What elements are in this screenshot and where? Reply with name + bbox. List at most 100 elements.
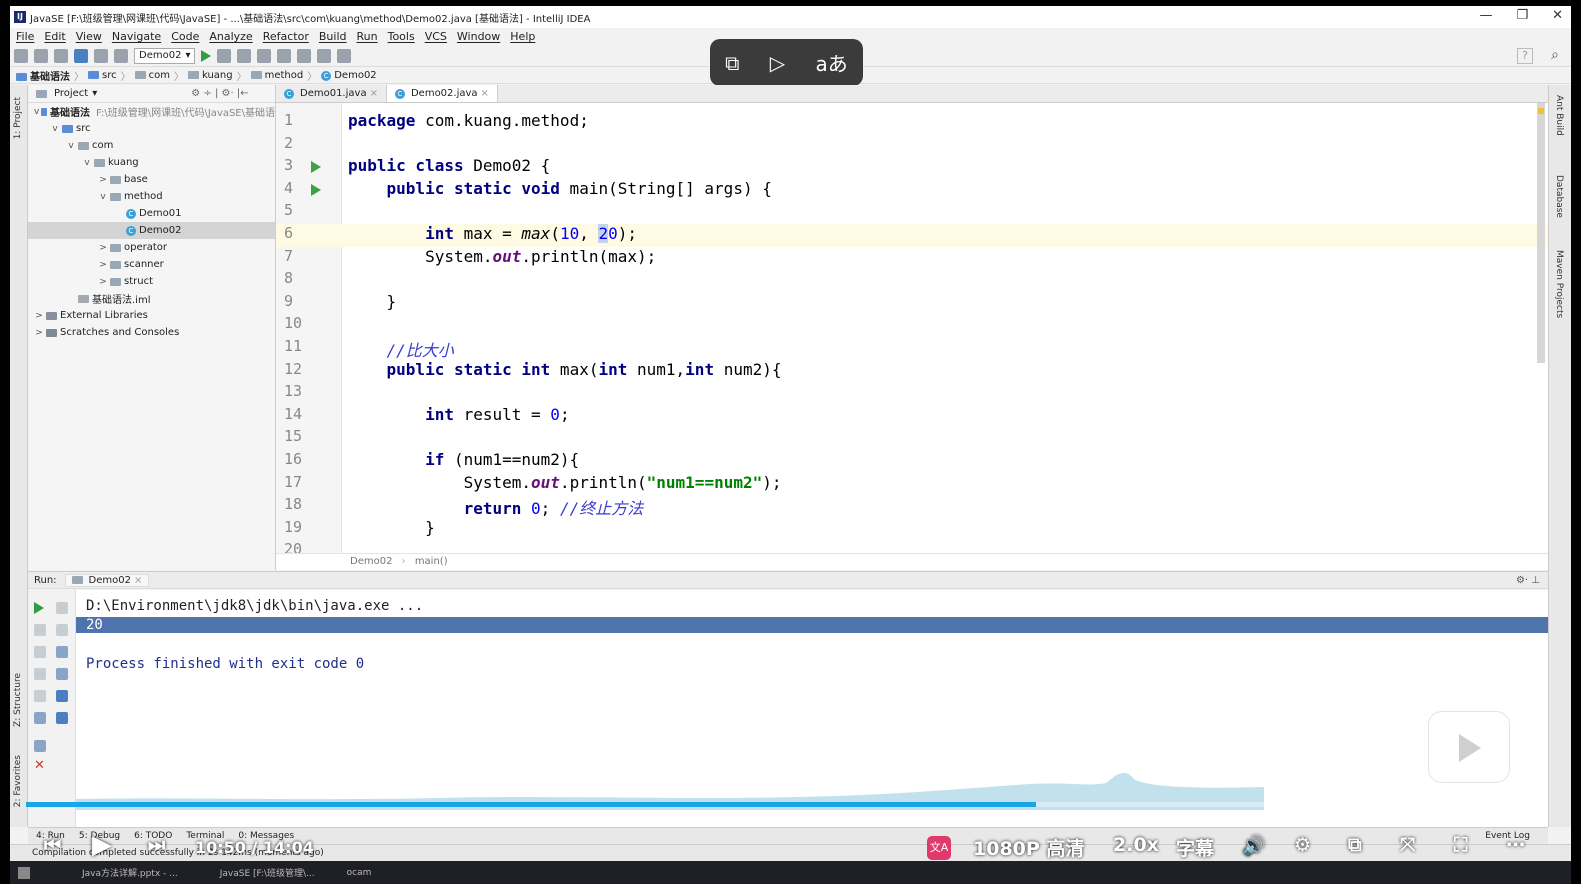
fullscreen-icon[interactable]: ⛶ [1454,834,1467,856]
chevron-down-icon[interactable]: v [50,124,60,134]
search-everywhere-icon[interactable]: ⌕ [1551,47,1559,63]
run-icon[interactable] [201,49,212,62]
code-editor[interactable]: 1 package com.kuang.method; 2 3 public class… [276,103,1548,553]
next-icon[interactable]: ⏭ [148,834,165,856]
clear-all-icon[interactable] [56,712,68,724]
chevron-right-icon[interactable]: > [98,175,108,185]
scroll-to-end-icon[interactable] [56,668,68,680]
breadcrumb-item-kuang[interactable]: kuang [187,70,233,81]
menu-help[interactable]: Help [510,30,535,43]
pause-icon[interactable] [34,646,46,658]
chevron-down-icon[interactable]: v [34,107,39,117]
tree-item-external-libraries[interactable]: > External Libraries [28,307,275,324]
menu-build[interactable]: Build [319,30,347,43]
project-structure-icon[interactable] [277,48,292,63]
code-line[interactable]: 3 public class Demo02 { [276,156,1548,179]
quality-selector[interactable]: 1080P 高清 [973,834,1084,861]
restore-button[interactable]: ❐ [1516,8,1528,23]
tree-item-src[interactable]: v src [28,120,275,137]
structure-tool-tab[interactable]: Z: Structure [13,673,23,727]
editor-scrollbar[interactable] [1537,103,1545,363]
up-arrow-icon[interactable] [56,602,68,614]
project-tool-tab[interactable]: 1: Project [13,97,23,139]
run-tab-demo02[interactable]: Demo02 × [64,573,150,587]
close-tab-icon[interactable]: × [370,88,378,99]
chevron-right-icon[interactable]: > [34,328,44,338]
chevron-down-icon[interactable]: v [82,158,92,168]
menu-code[interactable]: Code [171,30,199,43]
tree-item-method[interactable]: v method [28,188,275,205]
tab-demo02[interactable]: C Demo02.java × [386,85,498,102]
play-icon[interactable]: ▶ [92,830,112,860]
minimize-button[interactable]: — [1479,8,1492,23]
code-line[interactable]: 10 [276,314,1548,337]
terminal-icon[interactable] [337,48,352,63]
chevron-right-icon[interactable]: > [98,277,108,287]
breadcrumb-item-src[interactable]: src [88,70,117,81]
menu-view[interactable]: View [76,30,102,43]
vcs-icon[interactable] [317,48,332,63]
menu-edit[interactable]: Edit [44,30,65,43]
print-icon[interactable] [56,690,68,702]
code-line[interactable]: 7 System.out.println(max); [276,247,1548,270]
stop-icon[interactable] [34,624,46,636]
run-gutter-icon[interactable] [311,183,321,196]
video-progress-fill[interactable] [26,802,1036,807]
translate-icon[interactable]: aあ [816,48,848,77]
code-line[interactable]: 18 return 0; //终止方法 [276,495,1548,518]
subtitle-button[interactable]: 字幕 [1176,834,1214,861]
menu-analyze[interactable]: Analyze [209,30,252,43]
code-line[interactable]: 6 int max = max(10, 20); [276,224,1548,247]
code-line[interactable]: 19 } [276,518,1548,541]
code-line[interactable]: 12 public static int max(int num1,int nu… [276,360,1548,383]
coverage-icon[interactable] [237,48,252,63]
code-line[interactable]: 11 //比大小 [276,337,1548,360]
build-project-icon[interactable] [114,48,128,63]
maven-projects-tool-tab[interactable]: Maven Projects [1554,250,1564,318]
menu-refactor[interactable]: Refactor [263,30,309,43]
code-line[interactable]: 14 int result = 0; [276,405,1548,428]
save-all-icon[interactable] [34,48,48,63]
code-line[interactable]: 5 [276,201,1548,224]
code-line[interactable]: 8 [276,269,1548,292]
code-line[interactable]: 16 if (num1==num2){ [276,450,1548,473]
speed-selector[interactable]: 2.0x [1113,834,1159,856]
warning-marker-icon[interactable] [1538,108,1544,114]
stop-icon[interactable] [257,48,272,63]
tree-item-scratches-and-consoles[interactable]: > Scratches and Consoles [28,324,275,341]
tree-item-scanner[interactable]: > scanner [28,256,275,273]
windows-start-icon[interactable] [18,866,30,879]
volume-icon[interactable]: 🔊 [1242,834,1266,857]
tree-item-struct[interactable]: > struct [28,273,275,290]
soft-wrap-icon[interactable] [56,646,68,658]
project-view-select[interactable]: Project [54,88,88,99]
code-line[interactable]: 17 System.out.println("num1==num2"); [276,473,1548,496]
footer-method[interactable]: main() [415,556,448,567]
synchronize-icon[interactable] [54,48,68,63]
breadcrumb-item-method[interactable]: method [250,70,303,81]
run-configuration-select[interactable]: Demo02 ▾ [134,47,196,64]
code-line[interactable]: 15 [276,427,1548,450]
tree-item-[interactable]: v 基础语法 F:\班级管理\网课班\代码\JavaSE\基础语 [28,103,275,120]
tree-item-demo02[interactable]: C Demo02 [28,222,275,239]
code-line[interactable]: 4 public static void main(String[] args)… [276,179,1548,202]
chevron-right-icon[interactable]: > [98,260,108,270]
layout-icon[interactable] [34,712,46,724]
menu-window[interactable]: Window [457,30,500,43]
code-line[interactable]: 1 package com.kuang.method; [276,111,1548,134]
code-line[interactable]: 13 [276,382,1548,405]
tree-item-com[interactable]: v com [28,137,275,154]
pin-icon[interactable] [34,740,46,752]
code-line[interactable]: 2 [276,134,1548,157]
rerun-icon[interactable] [34,602,44,614]
tree-item-base[interactable]: > base [28,171,275,188]
down-arrow-icon[interactable] [56,624,68,636]
breadcrumb-item-project[interactable]: 基础语法 [16,68,70,83]
taskbar-item-ocam[interactable]: ocam [347,868,372,878]
footer-class[interactable]: Demo02 [350,556,392,567]
screen-play-icon[interactable]: ▷ [770,51,785,75]
debug-icon[interactable] [217,48,232,63]
exit-icon[interactable] [34,690,46,702]
back-arrow-icon[interactable] [74,48,88,63]
run-panel-settings-icon[interactable]: ⚙· ⊥ [1516,575,1540,586]
